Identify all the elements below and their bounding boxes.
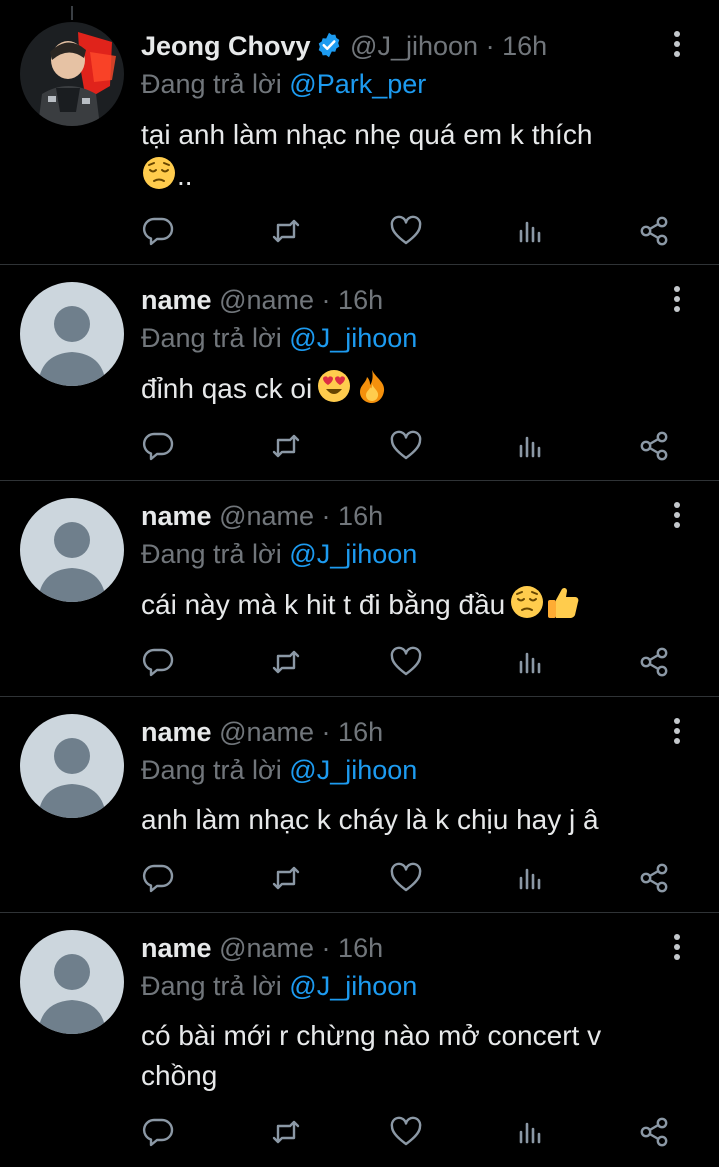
timestamp[interactable]: 16h	[502, 31, 547, 61]
tweet[interactable]: name @name · 16h Đang trả lời @J_jihoon …	[0, 913, 719, 1167]
handle[interactable]: @name	[219, 501, 314, 531]
tweet-text-block: tại anh làm nhạc nhẹ quá em k thích ..	[141, 115, 669, 202]
display-name[interactable]: Jeong Chovy	[141, 31, 311, 61]
share-icon[interactable]	[637, 645, 671, 679]
replying-to-line: Đang trả lời @J_jihoon	[141, 536, 679, 572]
replying-to-mention[interactable]: @Park_per	[289, 69, 426, 99]
views-icon[interactable]	[514, 429, 548, 463]
share-icon[interactable]	[637, 429, 671, 463]
action-bar	[141, 1115, 681, 1151]
fire-emoji	[356, 368, 388, 415]
action-bar	[141, 429, 681, 465]
views-icon[interactable]	[514, 1115, 548, 1149]
tweet[interactable]: name @name · 16h Đang trả lời @J_jihoon …	[0, 265, 719, 481]
more-options-icon[interactable]	[665, 717, 689, 747]
verified-badge-icon	[315, 31, 343, 68]
replying-to-line: Đang trả lời @J_jihoon	[141, 752, 679, 788]
replying-prefix: Đang trả lời	[141, 69, 282, 99]
reply-icon[interactable]	[141, 861, 175, 895]
reply-icon[interactable]	[141, 214, 175, 248]
action-bar	[141, 214, 681, 250]
more-options-icon[interactable]	[665, 30, 689, 60]
share-icon[interactable]	[637, 214, 671, 248]
replying-to-line: Đang trả lời @J_jihoon	[141, 320, 679, 356]
thumbs-up-emoji	[545, 584, 581, 631]
avatar-default[interactable]	[20, 930, 124, 1034]
like-icon[interactable]	[389, 1115, 423, 1149]
timestamp[interactable]: 16h	[338, 933, 383, 963]
like-icon[interactable]	[389, 214, 423, 248]
replying-to-mention[interactable]: @J_jihoon	[289, 323, 417, 353]
separator-dot: ·	[321, 717, 331, 747]
reply-icon[interactable]	[141, 645, 175, 679]
timestamp[interactable]: 16h	[338, 501, 383, 531]
avatar-default[interactable]	[20, 282, 124, 386]
handle[interactable]: @name	[219, 285, 314, 315]
retweet-icon[interactable]	[269, 429, 303, 463]
replying-to-line: Đang trả lời @Park_per	[141, 66, 679, 102]
reply-icon[interactable]	[141, 429, 175, 463]
like-icon[interactable]	[389, 429, 423, 463]
avatar-chovy[interactable]	[20, 22, 124, 126]
retweet-icon[interactable]	[269, 1115, 303, 1149]
handle[interactable]: @name	[219, 933, 314, 963]
display-name[interactable]: name	[141, 717, 212, 747]
pensive-face-emoji	[509, 584, 545, 631]
tweet-text-block: có bài mới r chừng nào mở concert v chồn…	[141, 1016, 671, 1096]
separator-dot: ·	[485, 31, 495, 61]
like-icon[interactable]	[389, 645, 423, 679]
tweet[interactable]: Jeong Chovy @J_jihoon · 16h Đang trả lời…	[0, 0, 719, 265]
more-options-icon[interactable]	[665, 501, 689, 531]
tweet-text-block: cái này mà k hit t đi bằng đầu	[141, 584, 669, 631]
replying-to-line: Đang trả lời @J_jihoon	[141, 968, 679, 1004]
replying-to-mention[interactable]: @J_jihoon	[289, 539, 417, 569]
display-name[interactable]: name	[141, 933, 212, 963]
tweet-text-trailing: ..	[177, 160, 193, 191]
heart-eyes-emoji	[316, 368, 352, 415]
display-name[interactable]: name	[141, 501, 212, 531]
more-options-icon[interactable]	[665, 285, 689, 315]
share-icon[interactable]	[637, 1115, 671, 1149]
display-name[interactable]: name	[141, 285, 212, 315]
handle[interactable]: @J_jihoon	[350, 31, 478, 61]
timestamp[interactable]: 16h	[338, 285, 383, 315]
separator-dot: ·	[321, 933, 331, 963]
tweet-text: đỉnh qas ck oi	[141, 373, 313, 404]
handle[interactable]: @name	[219, 717, 314, 747]
replying-prefix: Đang trả lời	[141, 971, 282, 1001]
replying-to-mention[interactable]: @J_jihoon	[289, 755, 417, 785]
tweet-text: tại anh làm nhạc nhẹ quá em k thích	[141, 119, 593, 150]
retweet-icon[interactable]	[269, 214, 303, 248]
reply-icon[interactable]	[141, 1115, 175, 1149]
avatar-default[interactable]	[20, 714, 124, 818]
tweet-text: anh làm nhạc k cháy là k chịu hay j â	[141, 804, 599, 835]
tweet-text-block: anh làm nhạc k cháy là k chịu hay j â	[141, 800, 669, 840]
separator-dot: ·	[321, 285, 331, 315]
tweet-text-block: đỉnh qas ck oi	[141, 368, 669, 415]
avatar-default[interactable]	[20, 498, 124, 602]
action-bar	[141, 645, 681, 681]
views-icon[interactable]	[514, 861, 548, 895]
replying-prefix: Đang trả lời	[141, 539, 282, 569]
replying-prefix: Đang trả lời	[141, 755, 282, 785]
timestamp[interactable]: 16h	[338, 717, 383, 747]
tweet[interactable]: name @name · 16h Đang trả lời @J_jihoon …	[0, 481, 719, 697]
replying-prefix: Đang trả lời	[141, 323, 282, 353]
share-icon[interactable]	[637, 861, 671, 895]
views-icon[interactable]	[514, 645, 548, 679]
retweet-icon[interactable]	[269, 645, 303, 679]
pensive-face-emoji	[141, 155, 177, 202]
like-icon[interactable]	[389, 861, 423, 895]
more-options-icon[interactable]	[665, 933, 689, 963]
tweet-text: cái này mà k hit t đi bằng đầu	[141, 589, 506, 620]
views-icon[interactable]	[514, 214, 548, 248]
separator-dot: ·	[321, 501, 331, 531]
replying-to-mention[interactable]: @J_jihoon	[289, 971, 417, 1001]
retweet-icon[interactable]	[269, 861, 303, 895]
tweet[interactable]: name @name · 16h Đang trả lời @J_jihoon …	[0, 697, 719, 913]
tweet-text: có bài mới r chừng nào mở concert v chồn…	[141, 1020, 602, 1091]
action-bar	[141, 861, 681, 897]
